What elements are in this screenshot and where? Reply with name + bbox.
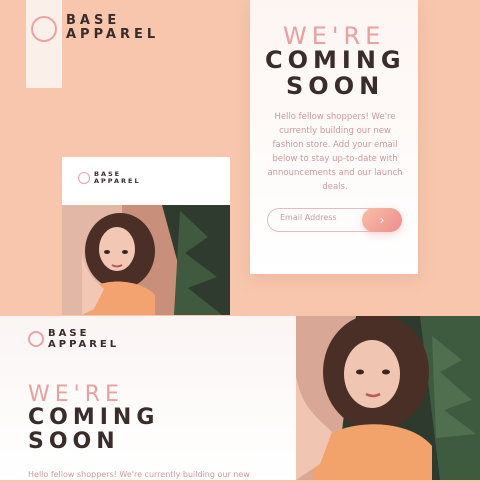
brand-line-1: BASE bbox=[48, 328, 90, 339]
hero-copy: Hello fellow shoppers! We're currently b… bbox=[260, 110, 410, 194]
desktop-hero-photo bbox=[296, 316, 480, 480]
desktop-headline-line-3: SOON bbox=[28, 429, 120, 454]
hero-headline-line-2: COMING bbox=[265, 46, 406, 74]
brand-line-1: BASE bbox=[66, 13, 121, 28]
brand-name: BASE APPAREL bbox=[94, 171, 141, 185]
hero-copy-line: below to stay up-to-date with bbox=[272, 154, 398, 164]
hero-copy-line: announcements and our launch bbox=[267, 168, 403, 178]
brand-logo-icon bbox=[78, 172, 90, 184]
brand-line-2: APPAREL bbox=[66, 26, 160, 42]
logo-backdrop bbox=[26, 0, 62, 88]
desktop-headline-line-1: WE'RE bbox=[28, 382, 124, 407]
brand-line-2: APPAREL bbox=[94, 176, 141, 185]
submit-button[interactable]: › bbox=[362, 208, 402, 232]
mobile-preview-card: BASE APPAREL bbox=[62, 157, 230, 315]
brand-name: BASE APPAREL bbox=[48, 328, 120, 350]
hero-copy-line: currently building our new bbox=[279, 126, 391, 136]
hero-copy-line: fashion store. Add your email bbox=[272, 140, 398, 150]
hero-copy-line: deals. bbox=[322, 182, 348, 192]
email-placeholder: Email Address bbox=[280, 213, 337, 222]
brand-logo-icon bbox=[31, 16, 57, 42]
desktop-headline-line-2: COMING bbox=[28, 405, 160, 430]
hero-headline-line-3: SOON bbox=[286, 72, 385, 100]
brand-logo-icon bbox=[28, 331, 44, 347]
hero-photo bbox=[62, 205, 230, 315]
hero-copy-line: Hello fellow shoppers! We're bbox=[274, 112, 396, 122]
brand-name: BASE APPAREL bbox=[66, 14, 159, 41]
brand-line-2: APPAREL bbox=[48, 338, 120, 350]
chevron-right-icon: › bbox=[379, 213, 385, 227]
